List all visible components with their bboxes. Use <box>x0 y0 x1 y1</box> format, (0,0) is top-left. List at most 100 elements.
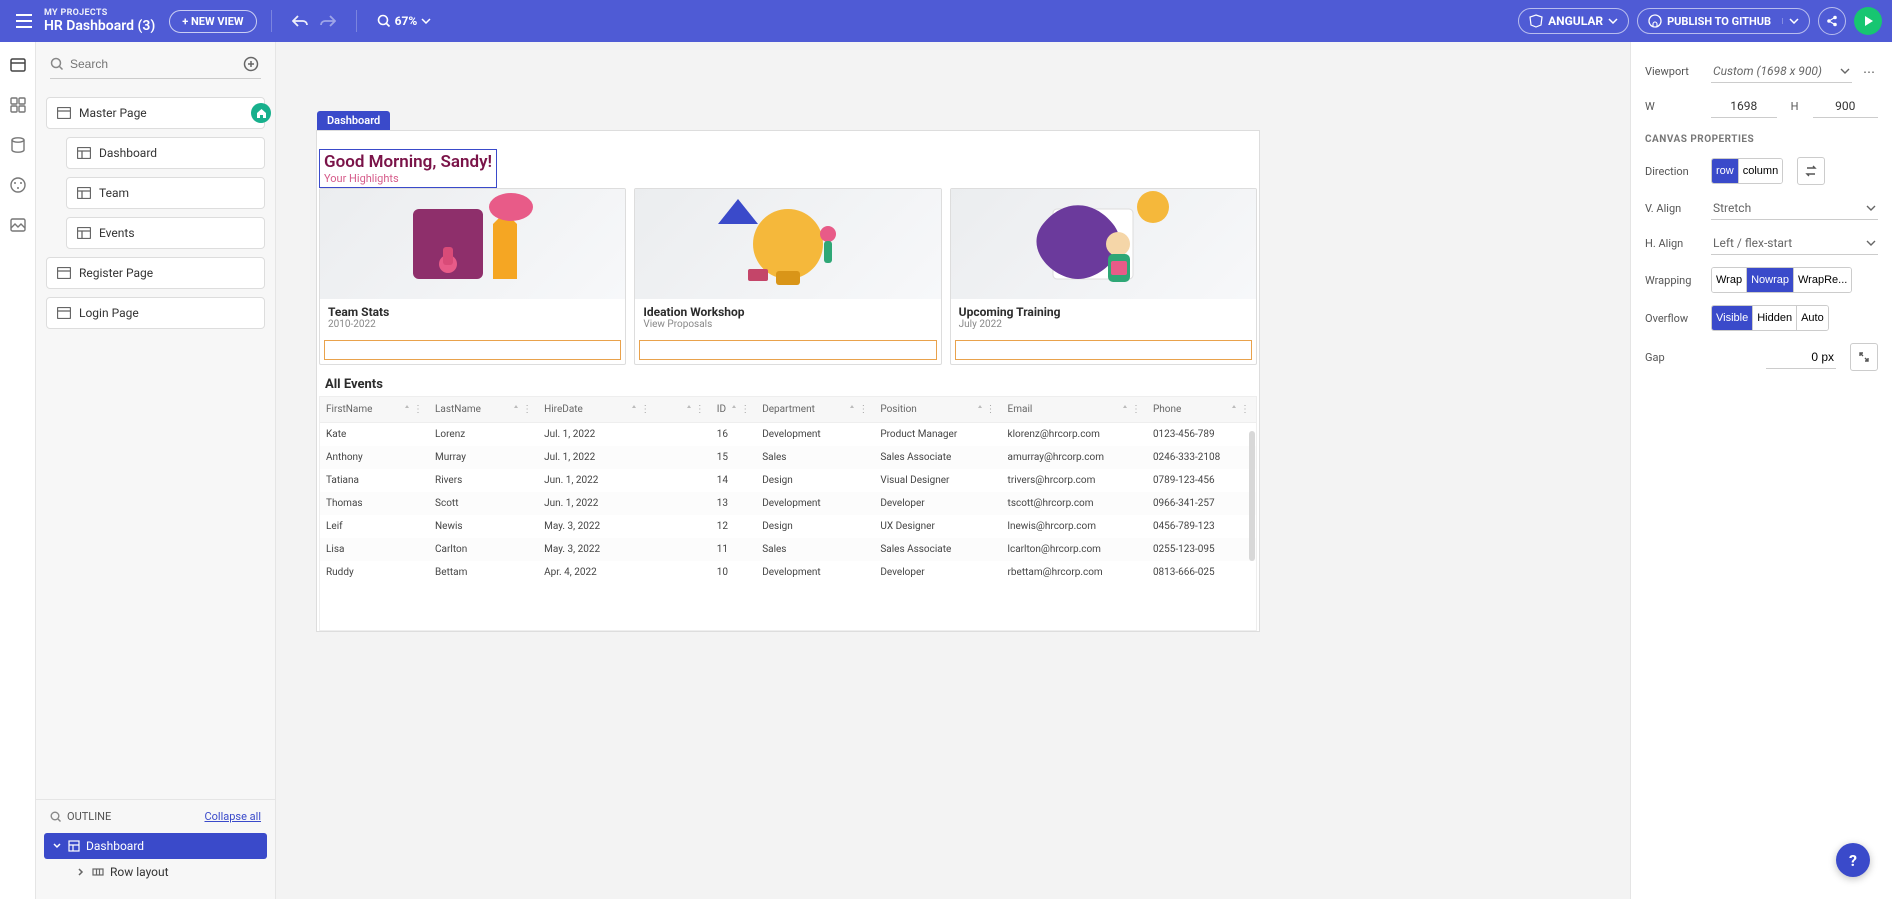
sort-icon <box>848 404 856 412</box>
gap-link-button[interactable] <box>1850 343 1878 371</box>
share-button[interactable] <box>1818 7 1846 35</box>
table-column-header[interactable]: Position⋮ <box>874 397 1001 422</box>
outline-header: OUTLINE Collapse all <box>36 799 275 833</box>
halign-label: H. Align <box>1645 237 1703 250</box>
page-label: Team <box>99 186 129 200</box>
greeting-box[interactable]: Good Morning, Sandy! Your Highlights <box>319 149 497 188</box>
collapse-all-button[interactable]: Collapse all <box>204 810 261 823</box>
table-cell: Developer <box>874 561 1001 584</box>
table-column-header[interactable]: HireDate⋮ <box>538 397 656 422</box>
table-row[interactable]: ThomasScottJun. 1, 202213DevelopmentDeve… <box>320 492 1256 515</box>
table-cell: Visual Designer <box>874 469 1001 492</box>
table-cell: 0255-123-095 <box>1147 538 1256 561</box>
page-item-login[interactable]: Login Page <box>46 297 265 329</box>
framework-selector[interactable]: ANGULAR <box>1518 8 1629 34</box>
page-item-team[interactable]: Team <box>66 177 265 209</box>
outline-item-row-layout[interactable]: Row layout <box>44 859 267 885</box>
rail-assets-button[interactable] <box>7 214 29 236</box>
zoom-control[interactable]: 67% <box>377 14 432 28</box>
page-item-register[interactable]: Register Page <box>46 257 265 289</box>
events-table[interactable]: FirstName⋮LastName⋮HireDate⋮⋮ID⋮Departme… <box>319 396 1257 631</box>
valign-select[interactable]: Stretch <box>1711 197 1878 220</box>
nowrap-button[interactable]: Nowrap <box>1747 268 1794 292</box>
redo-button[interactable] <box>314 7 342 35</box>
table-column-header[interactable]: Email⋮ <box>1002 397 1147 422</box>
viewport-select[interactable]: Custom (1698 x 900) <box>1711 60 1852 83</box>
undo-button[interactable] <box>286 7 314 35</box>
page-icon <box>77 147 91 159</box>
width-input[interactable]: 1698 <box>1711 95 1777 118</box>
page-item-master[interactable]: Master Page <box>46 97 265 129</box>
rail-pages-button[interactable] <box>7 54 29 76</box>
overflow-visible-button[interactable]: Visible <box>1712 306 1753 330</box>
preview-content: Good Morning, Sandy! Your Highlights Tea… <box>317 131 1259 631</box>
swap-direction-button[interactable] <box>1797 157 1825 185</box>
outline-item-dashboard[interactable]: Dashboard <box>44 833 267 859</box>
direction-row-button[interactable]: row <box>1712 159 1739 183</box>
search-input[interactable] <box>70 57 235 71</box>
search-row <box>50 54 261 79</box>
table-cell <box>656 446 711 469</box>
table-cell: Design <box>756 515 874 538</box>
gap-input[interactable] <box>1766 346 1836 369</box>
page-item-dashboard[interactable]: Dashboard <box>66 137 265 169</box>
overflow-label: Overflow <box>1645 312 1703 325</box>
hamburger-menu-button[interactable] <box>10 7 38 35</box>
hamburger-icon <box>16 14 32 28</box>
table-cell: May. 3, 2022 <box>538 538 656 561</box>
card-action-placeholder[interactable] <box>324 340 621 360</box>
publish-button[interactable]: PUBLISH TO GITHUB <box>1637 8 1810 34</box>
overflow-hidden-button[interactable]: Hidden <box>1753 306 1797 330</box>
wrapreverse-button[interactable]: WrapRe... <box>1794 268 1851 292</box>
undo-icon <box>292 14 308 28</box>
table-cell: 0123-456-789 <box>1147 423 1256 446</box>
card-action-placeholder[interactable] <box>955 340 1252 360</box>
table-cell: amurray@hrcorp.com <box>1002 446 1147 469</box>
help-button[interactable]: ? <box>1836 843 1870 877</box>
table-row[interactable]: KateLorenzJul. 1, 202216DevelopmentProdu… <box>320 423 1256 446</box>
table-row[interactable]: TatianaRiversJun. 1, 202214DesignVisual … <box>320 469 1256 492</box>
table-row[interactable]: RuddyBettamApr. 4, 202210DevelopmentDeve… <box>320 561 1256 584</box>
table-column-header[interactable]: Phone⋮ <box>1147 397 1256 422</box>
table-column-header[interactable]: ID⋮ <box>711 397 756 422</box>
page-icon <box>77 227 91 239</box>
table-row[interactable]: LisaCarltonMay. 3, 202211SalesSales Asso… <box>320 538 1256 561</box>
card-action-placeholder[interactable] <box>639 340 936 360</box>
design-frame[interactable]: Dashboard Good Morning, Sandy! Your High… <box>316 130 1260 632</box>
direction-column-button[interactable]: column <box>1739 159 1782 183</box>
table-cell: 0813-666-025 <box>1147 561 1256 584</box>
canvas-area[interactable]: Dashboard Good Morning, Sandy! Your High… <box>276 42 1630 899</box>
preview-play-button[interactable] <box>1854 7 1882 35</box>
chevron-right-icon <box>76 867 86 877</box>
viewport-label: Viewport <box>1645 65 1703 78</box>
table-row[interactable]: AnthonyMurrayJul. 1, 202215SalesSales As… <box>320 446 1256 469</box>
table-cell: 13 <box>711 492 756 515</box>
rail-data-button[interactable] <box>7 134 29 156</box>
add-page-button[interactable] <box>241 54 261 74</box>
halign-select[interactable]: Left / flex-start <box>1711 232 1878 255</box>
home-icon <box>256 108 267 119</box>
frame-tab[interactable]: Dashboard <box>317 111 390 130</box>
card[interactable]: Upcoming Training July 2022 <box>950 188 1257 365</box>
publish-split-button[interactable] <box>1782 18 1799 24</box>
scrollbar[interactable] <box>1249 431 1255 561</box>
height-input[interactable]: 900 <box>1813 95 1879 118</box>
new-view-button[interactable]: + NEW VIEW <box>169 10 256 33</box>
plus-circle-icon <box>243 56 259 72</box>
rail-components-button[interactable] <box>7 94 29 116</box>
overflow-auto-button[interactable]: Auto <box>1797 306 1828 330</box>
table-cell: Lorenz <box>429 423 538 446</box>
outline-tree: Dashboard Row layout <box>36 833 275 899</box>
table-row[interactable]: LeifNewisMay. 3, 202212DesignUX Designer… <box>320 515 1256 538</box>
rail-theme-button[interactable] <box>7 174 29 196</box>
page-item-events[interactable]: Events <box>66 217 265 249</box>
wrap-button[interactable]: Wrap <box>1712 268 1747 292</box>
card[interactable]: Ideation Workshop View Proposals <box>634 188 941 365</box>
more-button[interactable]: ⋯ <box>1860 65 1878 79</box>
table-column-header[interactable]: ⋮ <box>656 397 711 422</box>
table-column-header[interactable]: LastName⋮ <box>429 397 538 422</box>
table-column-header[interactable]: Department⋮ <box>756 397 874 422</box>
table-cell: trivers@hrcorp.com <box>1002 469 1147 492</box>
card[interactable]: Team Stats 2010-2022 <box>319 188 626 365</box>
table-column-header[interactable]: FirstName⋮ <box>320 397 429 422</box>
